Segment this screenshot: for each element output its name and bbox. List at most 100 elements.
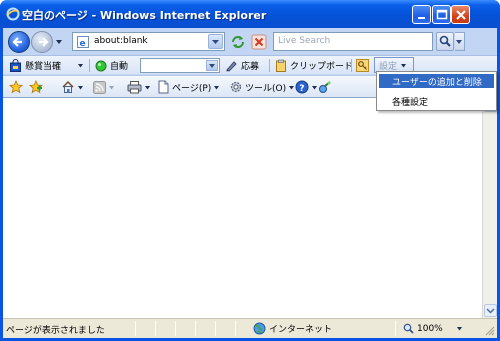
zoom-icon	[403, 323, 414, 334]
chevron-down-icon	[212, 40, 219, 44]
chevron-down-icon	[456, 40, 462, 44]
add-favorites-button[interactable]	[29, 80, 43, 94]
forward-arrow-icon	[39, 37, 49, 47]
feeds-button[interactable]	[93, 80, 115, 94]
brand-button[interactable]: 懸賞当確	[9, 58, 61, 73]
key-button[interactable]	[356, 58, 369, 73]
toolbar-divider	[269, 59, 270, 72]
menu-item-manage-users[interactable]: ユーザーの追加と削除	[379, 74, 494, 88]
maximize-icon	[436, 9, 448, 20]
clipboard-label: クリップボード	[290, 62, 354, 72]
chevron-down-icon	[312, 85, 317, 89]
search-icon	[439, 35, 451, 47]
page-content[interactable]	[3, 97, 497, 318]
tools-menu-button[interactable]: ツール(O)	[229, 80, 295, 94]
rss-feed-icon	[93, 80, 106, 94]
zoom-control[interactable]: 100%	[403, 321, 463, 336]
auto-toggle[interactable]: 自動	[95, 58, 128, 73]
page-icon: e	[77, 36, 89, 49]
status-divider	[155, 321, 156, 336]
page-document-icon	[158, 80, 169, 94]
stop-button[interactable]	[250, 33, 268, 51]
globe-icon	[253, 322, 266, 335]
help-button[interactable]: ?	[295, 80, 318, 94]
search-button[interactable]	[436, 32, 454, 51]
search-placeholder: Live Search	[278, 36, 331, 46]
close-icon	[456, 10, 466, 20]
print-button[interactable]	[127, 80, 151, 94]
chevron-down-icon	[456, 327, 462, 331]
svg-text:e: e	[80, 39, 86, 49]
status-divider	[215, 321, 216, 336]
ie-window: 空白のページ - Windows Internet Explorer e abo…	[0, 0, 500, 341]
maximize-button[interactable]	[432, 5, 451, 24]
zoom-label: 100%	[417, 323, 443, 334]
shopping-bag-icon	[10, 59, 21, 72]
combo-dropdown-button[interactable]	[206, 60, 218, 71]
chevron-down-icon	[214, 85, 220, 89]
search-options-button[interactable]	[455, 32, 465, 51]
toolbar-divider	[351, 59, 352, 72]
auto-label: 自動	[110, 62, 129, 72]
back-button[interactable]	[8, 31, 30, 53]
gear-icon	[230, 81, 242, 93]
status-divider	[235, 321, 236, 336]
add-favorite-icon	[29, 80, 43, 94]
menu-item-settings[interactable]: 各種設定	[379, 94, 494, 108]
close-button[interactable]	[451, 5, 470, 24]
help-icon: ?	[295, 80, 309, 94]
printer-icon	[127, 81, 142, 94]
stop-icon	[251, 34, 267, 50]
settings-label: 設定	[379, 61, 398, 72]
forward-button[interactable]	[31, 31, 53, 53]
minimize-icon	[418, 17, 425, 19]
back-arrow-icon	[12, 37, 22, 47]
security-zone[interactable]: インターネット	[253, 321, 332, 336]
green-status-icon	[95, 60, 107, 71]
page-menu-button[interactable]: ページ(P)	[157, 80, 220, 94]
address-dropdown-button[interactable]	[208, 34, 223, 49]
home-icon	[62, 81, 74, 93]
address-bar[interactable]: e about:blank	[72, 32, 225, 51]
chevron-down-icon[interactable]	[77, 62, 84, 69]
settings-dropdown-menu: ユーザーの追加と削除 各種設定	[376, 71, 497, 111]
status-text: ページが表示されました	[6, 326, 105, 336]
status-divider	[195, 321, 196, 336]
vertical-scrollbar[interactable]	[482, 98, 497, 318]
search-input[interactable]: Live Search	[273, 32, 433, 51]
svg-text:?: ?	[299, 84, 304, 94]
status-divider	[395, 321, 396, 336]
tools-menu-label: ツール(O)	[245, 83, 287, 94]
window-title: 空白のページ - Windows Internet Explorer	[22, 9, 267, 22]
refresh-icon	[232, 36, 244, 48]
title-bar[interactable]: 空白のページ - Windows Internet Explorer	[0, 0, 500, 28]
apply-button[interactable]: 応募	[225, 58, 259, 73]
brand-label: 懸賞当確	[25, 62, 62, 72]
clipboard-icon	[276, 59, 286, 72]
status-bar: ページが表示されました インターネット 100%	[3, 318, 497, 338]
keyword-combobox[interactable]	[140, 58, 220, 73]
chevron-down-icon	[486, 308, 495, 314]
refresh-button[interactable]	[229, 33, 247, 51]
research-button[interactable]	[318, 80, 332, 94]
zone-label: インターネット	[269, 325, 333, 335]
star-icon	[9, 80, 23, 94]
favorites-button[interactable]	[9, 80, 23, 94]
resize-grip-icon[interactable]	[485, 326, 495, 336]
home-button[interactable]	[61, 80, 84, 94]
toolbar-divider	[89, 59, 90, 72]
minimize-button[interactable]	[412, 5, 431, 24]
chevron-down-icon	[109, 85, 114, 89]
clipboard-button[interactable]: クリップボード	[275, 58, 353, 73]
page-menu-label: ページ(P)	[172, 83, 212, 94]
chevron-down-icon	[209, 64, 215, 68]
chevron-down-icon	[401, 63, 407, 67]
key-icon	[356, 59, 369, 72]
scroll-down-button[interactable]	[484, 304, 497, 317]
chevron-down-icon	[78, 85, 83, 89]
pen-icon	[226, 61, 237, 72]
status-divider	[175, 321, 176, 336]
address-text[interactable]: about:blank	[94, 36, 148, 46]
research-icon	[319, 81, 331, 93]
recent-pages-chevron-icon[interactable]	[55, 38, 63, 46]
